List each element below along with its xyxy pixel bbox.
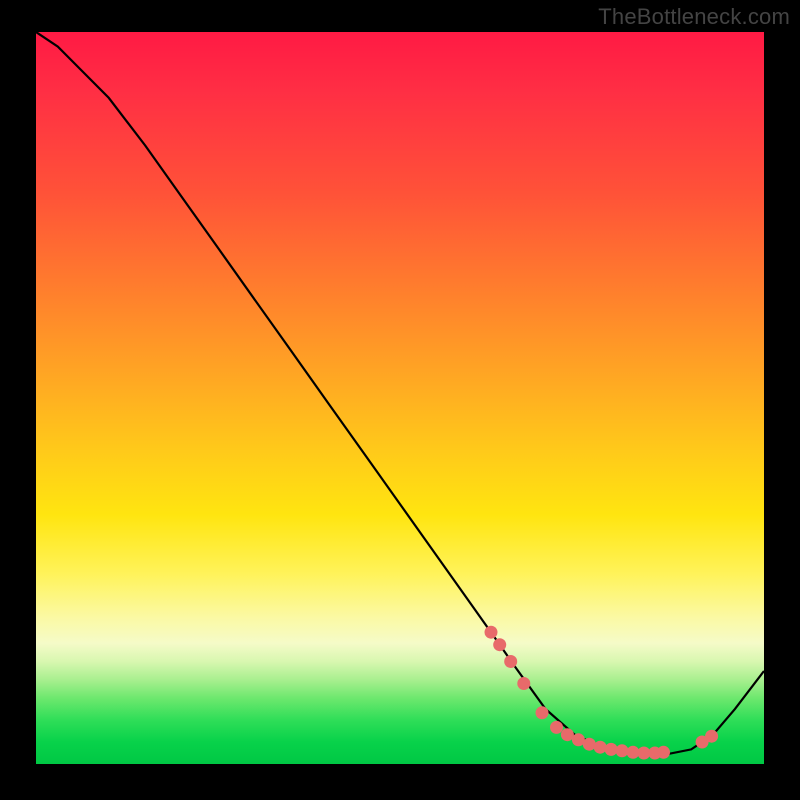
watermark-text: TheBottleneck.com (598, 4, 790, 30)
highlight-dot (657, 746, 670, 759)
highlight-dot (536, 706, 549, 719)
highlight-dot (504, 655, 517, 668)
chart-frame: TheBottleneck.com (0, 0, 800, 800)
highlight-dot (493, 638, 506, 651)
highlight-dot (485, 626, 498, 639)
highlight-dot (705, 730, 718, 743)
highlight-dot (550, 721, 563, 734)
bottleneck-curve (36, 32, 764, 755)
highlight-dot (616, 744, 629, 757)
highlight-dot (594, 741, 607, 754)
highlight-dot (517, 677, 530, 690)
plot-area (34, 30, 766, 766)
highlight-dot (583, 738, 596, 751)
highlight-dots (485, 626, 719, 760)
highlight-dot (605, 743, 618, 756)
curve-layer (36, 32, 764, 764)
